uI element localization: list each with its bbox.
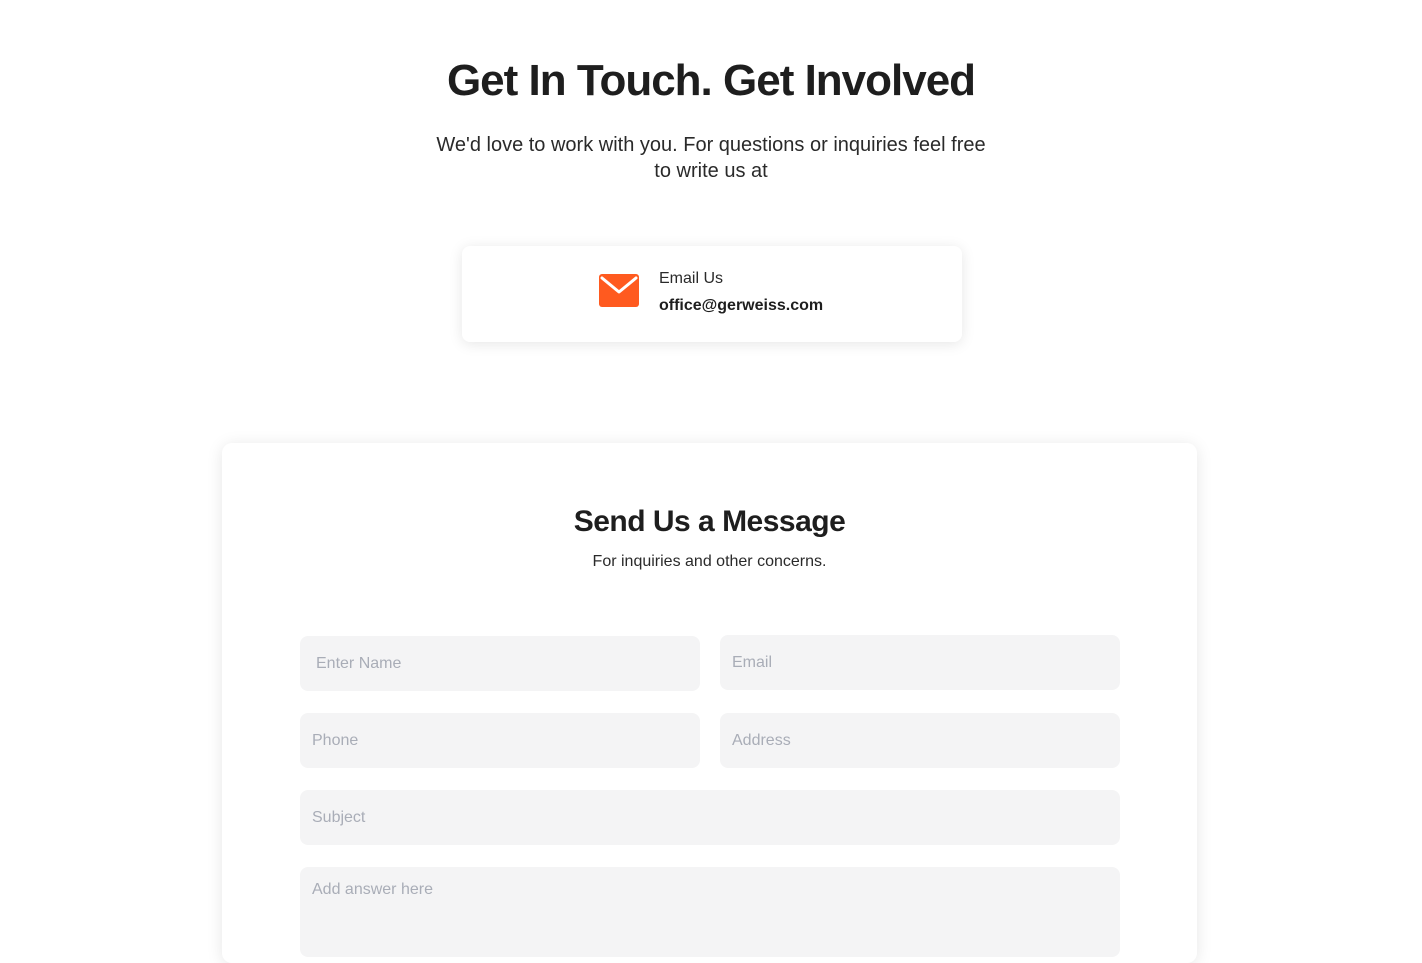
address-input[interactable] [720, 713, 1120, 768]
phone-input[interactable] [300, 713, 700, 768]
name-input[interactable] [300, 636, 700, 691]
email-label: Email Us [659, 270, 724, 287]
email-contact-card: Email Us office@gerweiss.com [462, 246, 962, 342]
message-textarea[interactable] [300, 867, 1120, 957]
form-title: Send Us a Message [573, 505, 846, 538]
email-address-link[interactable]: office@gerweiss.com [659, 297, 823, 315]
page-title: Get In Touch. Get Involved [446, 56, 976, 105]
page-subtitle: We'd love to work with you. For question… [436, 134, 986, 182]
envelope-icon [599, 274, 639, 307]
form-subtitle: For inquiries and other concerns. [592, 553, 827, 570]
contact-form-card: Send Us a Message For inquiries and othe… [222, 443, 1197, 963]
email-input[interactable] [720, 635, 1120, 690]
subject-input[interactable] [300, 790, 1120, 845]
